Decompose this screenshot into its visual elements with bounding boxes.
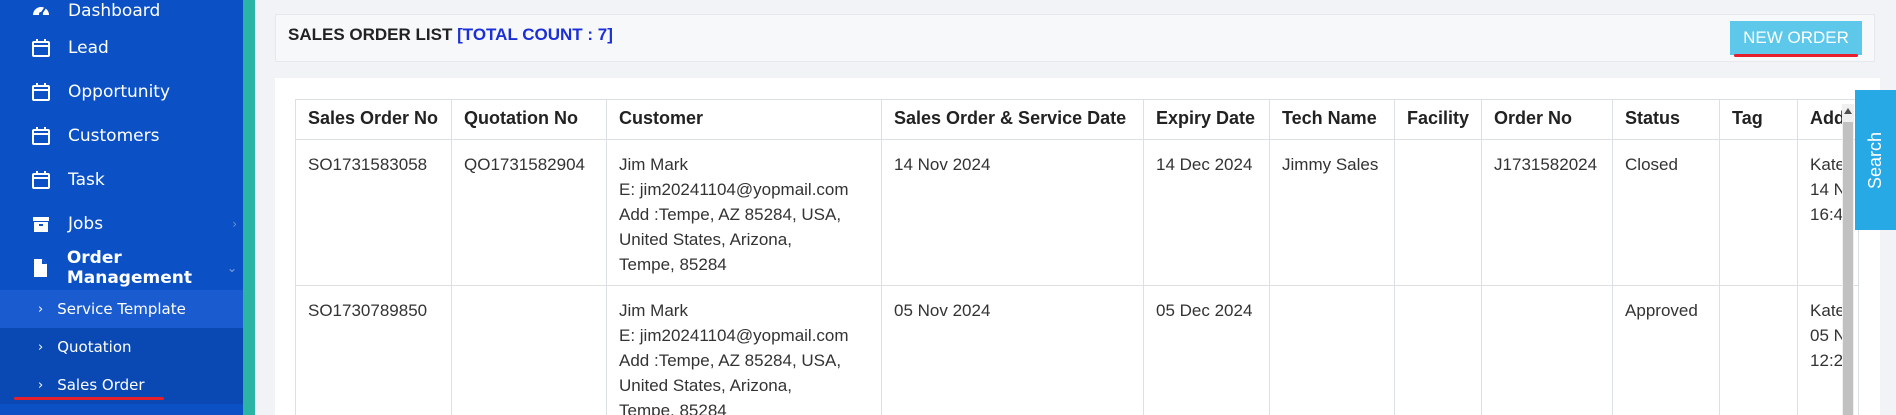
- customer-cell: Jim Mark E: jim20241104@yopmail.com Add …: [606, 139, 882, 286]
- added-date: 05 N: [1810, 326, 1846, 345]
- column-header[interactable]: Facility: [1393, 99, 1483, 140]
- submenu-item-label: Service Template: [57, 300, 186, 318]
- service-date: 14 Nov 2024: [881, 139, 1144, 286]
- expiry-date: 14 Dec 2024: [1143, 139, 1270, 286]
- dashboard-icon: [30, 0, 52, 22]
- chevron-down-icon: ⌄: [226, 261, 237, 275]
- column-header[interactable]: Tech Name: [1269, 99, 1395, 140]
- sidebar-item-order-management[interactable]: Order Management ⌄: [0, 246, 243, 290]
- scroll-up-arrow-icon[interactable]: [1844, 108, 1852, 114]
- tag: [1719, 285, 1799, 415]
- column-header[interactable]: Sales Order No: [295, 99, 452, 140]
- column-header[interactable]: Tag: [1719, 99, 1799, 140]
- sidebar-item-customers[interactable]: Customers: [0, 114, 243, 158]
- customer-cell: Jim Mark E: jim20241104@yopmail.com Add …: [606, 285, 882, 415]
- new-order-button[interactable]: NEW ORDER: [1730, 21, 1862, 57]
- sidebar-item-label: Opportunity: [68, 82, 171, 102]
- column-header[interactable]: Order No: [1481, 99, 1614, 140]
- order-no: J1731582024: [1481, 139, 1614, 286]
- archive-icon: [30, 213, 52, 235]
- chevron-right-icon: ›: [38, 377, 44, 393]
- column-header[interactable]: Customer: [606, 99, 882, 140]
- status: Approved: [1612, 285, 1721, 415]
- submenu-item-label: Sales Order: [57, 376, 145, 394]
- submenu-item-sales-order[interactable]: › Sales Order: [0, 366, 243, 404]
- sales-order-no: SO1731583058: [295, 139, 452, 286]
- page-title: SALES ORDER LIST [TOTAL COUNT : 7]: [288, 25, 613, 45]
- sales-order-table: Sales Order No Quotation No Customer Sal…: [295, 99, 1859, 415]
- chevron-right-icon: ›: [38, 339, 44, 355]
- added-time: 12:2: [1810, 351, 1844, 370]
- column-header[interactable]: Expiry Date: [1143, 99, 1270, 140]
- added-by: Kate: [1810, 155, 1846, 174]
- new-order-label: NEW ORDER: [1743, 28, 1849, 47]
- sidebar-item-opportunity[interactable]: Opportunity: [0, 70, 243, 114]
- customer-email: E: jim20241104@yopmail.com: [619, 180, 849, 199]
- sidebar-item-label: Order Management: [66, 248, 192, 288]
- quotation-no: QO1731582904: [451, 139, 607, 286]
- calendar-icon: [30, 37, 52, 59]
- calendar-icon: [30, 125, 52, 147]
- sales-order-no: SO1730789850: [295, 285, 452, 415]
- sidebar-item-label: Dashboard: [68, 1, 161, 21]
- calendar-icon: [30, 169, 52, 191]
- quotation-no: [451, 285, 607, 415]
- active-underline: [14, 397, 164, 400]
- facility: [1393, 285, 1483, 415]
- page-header: SALES ORDER LIST [TOTAL COUNT : 7] NEW O…: [275, 14, 1875, 62]
- customer-address: Tempe, 85284: [619, 401, 727, 415]
- scrollbar-thumb[interactable]: [1843, 122, 1853, 415]
- tech-name: [1269, 285, 1395, 415]
- expiry-date: 05 Dec 2024: [1143, 285, 1270, 415]
- sidebar-item-label: Jobs: [68, 214, 104, 234]
- added-date: 14 N: [1810, 180, 1846, 199]
- service-date: 05 Nov 2024: [881, 285, 1144, 415]
- submenu-item-quotation[interactable]: › Quotation: [0, 328, 243, 366]
- table-row[interactable]: SO1731583058 QO1731582904 Jim Mark E: ji…: [295, 139, 1859, 286]
- tech-name: Jimmy Sales: [1269, 139, 1395, 286]
- submenu-order-management: › Service Template › Quotation › Sales O…: [0, 290, 243, 404]
- facility: [1393, 139, 1483, 286]
- customer-address: Add :Tempe, AZ 85284, USA,: [619, 351, 842, 370]
- table-row[interactable]: SO1730789850 Jim Mark E: jim20241104@yop…: [295, 285, 1859, 415]
- sidebar: Dashboard Lead Opportunity Customers Tas…: [0, 0, 243, 415]
- customer-email: E: jim20241104@yopmail.com: [619, 326, 849, 345]
- sidebar-item-jobs[interactable]: Jobs ›: [0, 202, 243, 246]
- calendar-icon: [30, 81, 52, 103]
- sidebar-item-label: Customers: [68, 126, 160, 146]
- status: Closed: [1612, 139, 1721, 286]
- customer-name: Jim Mark: [619, 155, 688, 174]
- submenu-item-service-template[interactable]: › Service Template: [0, 290, 243, 328]
- added-time: 16:4: [1810, 205, 1844, 224]
- sidebar-item-task[interactable]: Task: [0, 158, 243, 202]
- table-header-row: Sales Order No Quotation No Customer Sal…: [295, 99, 1859, 140]
- chevron-right-icon: ›: [38, 301, 44, 317]
- sidebar-item-lead[interactable]: Lead: [0, 26, 243, 70]
- order-no: [1481, 285, 1614, 415]
- submenu-item-label: Quotation: [57, 338, 132, 356]
- sidebar-item-dashboard[interactable]: Dashboard: [0, 0, 243, 26]
- column-header[interactable]: Status: [1612, 99, 1721, 140]
- sidebar-accent-strip: [243, 0, 255, 415]
- page-title-text: SALES ORDER LIST: [288, 25, 453, 44]
- column-header[interactable]: Sales Order & Service Date: [881, 99, 1144, 140]
- document-icon: [30, 257, 51, 279]
- search-tab-label: Search: [1865, 131, 1886, 189]
- button-underline: [1734, 54, 1858, 57]
- customer-name: Jim Mark: [619, 301, 688, 320]
- sidebar-item-label: Task: [68, 170, 105, 190]
- customer-address: Add :Tempe, AZ 85284, USA,: [619, 205, 842, 224]
- added-by: Kate: [1810, 301, 1846, 320]
- tag: [1719, 139, 1799, 286]
- sidebar-item-label: Lead: [68, 38, 109, 58]
- vertical-scrollbar[interactable]: [1842, 104, 1854, 415]
- search-side-tab[interactable]: Search: [1855, 90, 1896, 230]
- table-card: Sales Order No Quotation No Customer Sal…: [275, 78, 1880, 415]
- customer-address: Tempe, 85284: [619, 255, 727, 274]
- column-header[interactable]: Quotation No: [451, 99, 607, 140]
- customer-address: United States, Arizona,: [619, 376, 792, 395]
- customer-address: United States, Arizona,: [619, 230, 792, 249]
- chevron-right-icon: ›: [232, 217, 237, 231]
- total-count: [TOTAL COUNT : 7]: [457, 25, 613, 44]
